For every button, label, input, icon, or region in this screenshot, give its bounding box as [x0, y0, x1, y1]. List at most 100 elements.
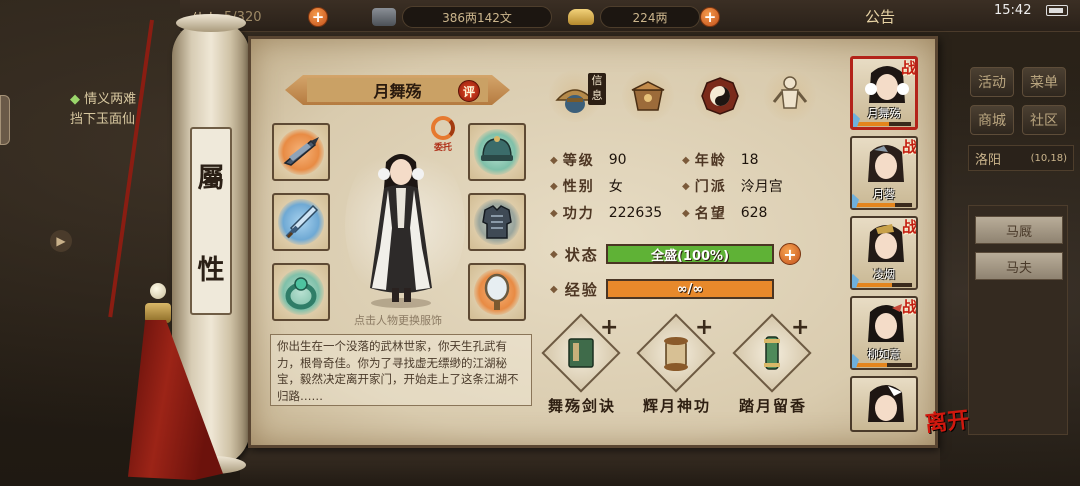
roster-name-2: 月蓉 [873, 188, 895, 201]
equip-slot-armor[interactable] [468, 193, 526, 251]
silver-icon [372, 8, 396, 26]
gold-icon [568, 9, 594, 25]
fame-value: 628 [740, 205, 768, 221]
gender-label: 性别 [562, 179, 595, 195]
roster-name-1: 月舞殇 [867, 107, 901, 120]
gold-value: 224两 [600, 6, 700, 28]
scroll-rod-cap-top [176, 14, 246, 32]
roster-card-3[interactable]: 凌烟 战 [850, 216, 918, 290]
skill-slot-3[interactable]: + 踏月留香 [732, 313, 813, 418]
skill-scroll-icon [652, 329, 700, 377]
roster-card-2[interactable]: 月蓉 战 [850, 136, 918, 210]
roster-card-1[interactable]: 月舞殇 战 [850, 56, 918, 130]
status-label: 状态 [564, 246, 599, 264]
skill-1-name: 舞殇剑诀 [547, 397, 616, 415]
attributes-scroll-label: 屬 性 [190, 127, 232, 315]
top-resource-bar: 体力 5/320 + 386两142文 224两 + [180, 0, 1080, 32]
fame-label: 名望 [694, 206, 727, 222]
skill-slot-1[interactable]: + 舞殇剑诀 [541, 313, 622, 418]
status-bar-text: 全盛(100%) [650, 248, 730, 264]
groom-button[interactable]: 马夫 [975, 252, 1063, 280]
gold-add-button[interactable]: + [700, 7, 720, 27]
quest-desc: 挡下玉面仙 [70, 112, 136, 127]
character-model[interactable] [356, 148, 446, 308]
stat-level: ◆ 等级 90 [550, 152, 627, 169]
level-label: 等级 [562, 153, 595, 169]
leave-button[interactable]: 离开 [923, 402, 970, 438]
party-roster: 月舞殇 战 月蓉 战 凌烟 战 柳如意 战 [846, 52, 922, 436]
exp-label-wrap: ◆ 经验 [550, 281, 599, 299]
stat-gender: ◆ 性别女 [550, 176, 623, 196]
exp-bar: ∞/∞ [606, 279, 774, 299]
roster-hp-3 [856, 283, 912, 287]
equip-slot-helmet[interactable] [468, 123, 526, 181]
character-bio: 你出生在一个没落的武林世家，你天生孔武有力，根骨奇佳。你为了寻找虚无缥缈的江湖秘… [270, 334, 532, 406]
stat-power: ◆ 功力 222635 [550, 205, 663, 222]
status-label-wrap: ◆ 状态 [550, 246, 599, 264]
gender-value: 女 [608, 179, 623, 195]
tassel-bead [150, 283, 166, 299]
sect-value: 泠月宫 [740, 179, 783, 195]
meridian-button[interactable] [764, 70, 816, 122]
power-label: 功力 [562, 206, 595, 222]
roster-name-3: 凌烟 [873, 268, 895, 281]
scroll-label-bottom: 性 [197, 254, 225, 286]
level-value: 90 [608, 152, 627, 168]
scroll-label-top: 屬 [197, 162, 225, 194]
quest-diamond-icon: ◆ [70, 92, 85, 107]
battery-icon [1046, 5, 1068, 16]
roster-card-4[interactable]: 柳如意 战 [850, 296, 918, 370]
sect-label: 门派 [694, 179, 727, 195]
location-panel: 马厩 马夫 [968, 205, 1068, 435]
stat-fame: ◆ 名望 628 [682, 205, 768, 222]
status-bar: 全盛(100%) [606, 244, 774, 264]
stat-sect: ◆ 门派 泠月宫 [682, 176, 783, 196]
skill-slot-2[interactable]: + 辉月神功 [636, 313, 717, 418]
roster-card-5[interactable] [850, 376, 918, 432]
skill-3-name: 踏月留香 [738, 397, 807, 415]
equip-slot-hidden-weapon[interactable] [272, 123, 330, 181]
stamina-add-button[interactable]: + [308, 7, 328, 27]
bagua-icon [701, 77, 739, 115]
battle-badge: 战 [900, 59, 916, 77]
rate-button[interactable]: 评 [458, 80, 480, 102]
pouch-icon [631, 81, 665, 111]
bagua-button[interactable] [694, 70, 746, 122]
character-name: 月舞殇 [373, 82, 422, 101]
silver-value: 386两142文 [402, 6, 552, 28]
battle-badge: 战 [901, 298, 917, 316]
exp-label: 经验 [564, 281, 599, 299]
restore-status-button[interactable]: + [779, 243, 801, 265]
skill-2-plus[interactable]: + [695, 315, 713, 340]
power-value: 222635 [608, 205, 663, 221]
sword-icon [285, 204, 319, 239]
change-outfit-hint: 点击人物更换服饰 [354, 314, 442, 327]
portrait-avatar [868, 385, 904, 422]
community-button[interactable]: 社区 [1022, 105, 1066, 135]
shop-button[interactable]: 商城 [970, 105, 1014, 135]
meridian-figure-icon [772, 76, 808, 109]
menu-button[interactable]: 菜单 [1022, 67, 1066, 97]
skill-1-plus[interactable]: + [600, 315, 618, 340]
helmet-icon [481, 136, 513, 161]
bottom-nav-bar [240, 448, 940, 486]
side-drawer-handle[interactable] [0, 95, 10, 145]
activity-button[interactable]: 活动 [970, 67, 1014, 97]
skill-2-name: 辉月神功 [642, 397, 711, 415]
expand-arrow-icon[interactable]: ▶ [50, 230, 72, 252]
stat-age: ◆ 年龄 18 [682, 152, 759, 169]
stable-button[interactable]: 马厩 [975, 216, 1063, 244]
announce-button[interactable]: 公告 [865, 6, 895, 27]
entrust-icon [431, 116, 455, 140]
quest-tracker[interactable]: ◆ 情义两难 挡下玉面仙 [70, 90, 136, 130]
age-label: 年龄 [694, 153, 727, 169]
skill-3-plus[interactable]: + [791, 315, 809, 340]
roster-hp-2 [856, 203, 912, 207]
inventory-button[interactable] [622, 70, 674, 122]
exp-bar-text: ∞/∞ [676, 281, 704, 297]
quest-title: 情义两难 [84, 92, 137, 107]
equip-slot-weapon[interactable] [272, 193, 330, 251]
battle-badge: 战 [901, 218, 917, 236]
roster-name-4: 柳如意 [867, 348, 901, 361]
location-display[interactable]: 洛阳 (10,18) [968, 145, 1074, 171]
